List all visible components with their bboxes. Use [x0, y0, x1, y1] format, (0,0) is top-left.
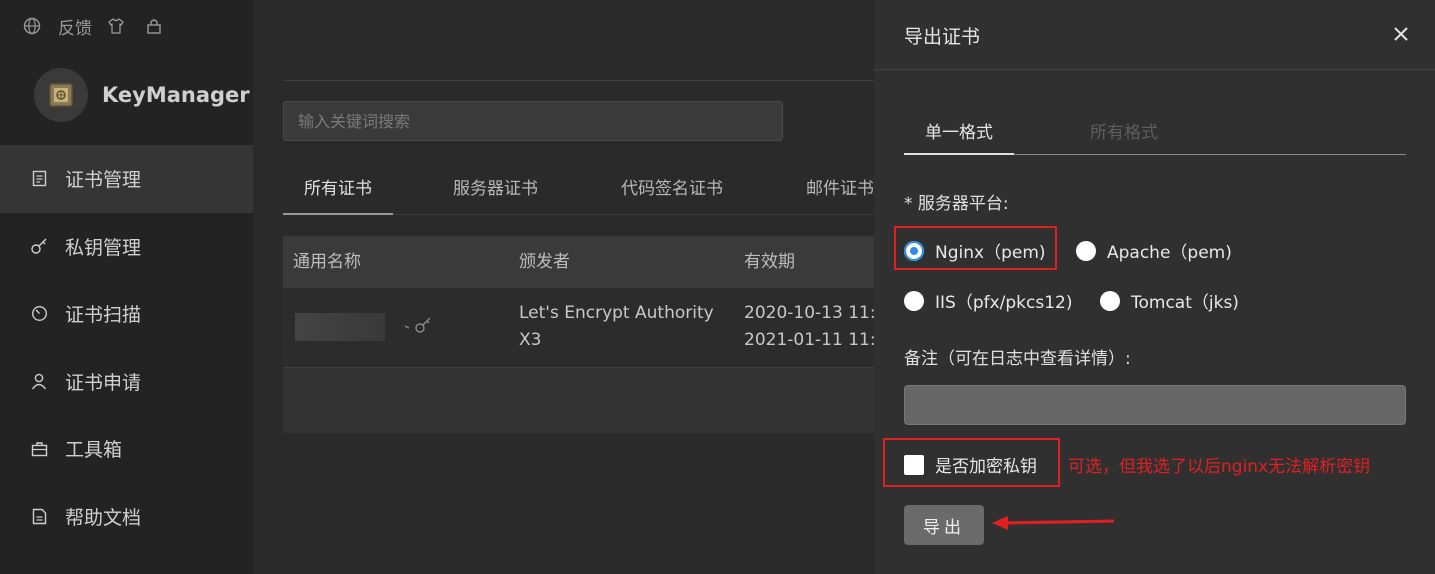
brand: KeyManager [34, 68, 250, 122]
tab-all-formats[interactable]: 所有格式 [1074, 118, 1174, 155]
valid-to: 2021-01-11 11:4 [744, 330, 874, 350]
platform-label: * 服务器平台: [904, 194, 1009, 214]
cert-tabs: 所有证书 服务器证书 代码签名证书 邮件证书 [283, 166, 874, 215]
document-icon [30, 507, 48, 525]
issuer-line-1: Let's Encrypt Authority [519, 303, 714, 323]
certificate-icon [30, 170, 48, 188]
sidebar-item-label: 工具箱 [65, 439, 123, 462]
encrypt-key-checkbox[interactable]: 是否加密私钥 [904, 452, 1037, 477]
valid-from: 2020-10-13 11:4 [744, 303, 874, 323]
sidebar-item-label: 证书申请 [65, 371, 142, 394]
checkbox-label: 是否加密私钥 [935, 457, 1037, 477]
radio-selected-indicator [904, 240, 924, 261]
key-icon [403, 314, 435, 340]
column-common-name[interactable]: 通用名称 [293, 236, 361, 288]
lock-icon[interactable] [144, 16, 164, 36]
radio-indicator [904, 290, 924, 311]
column-issuer[interactable]: 颁发者 [519, 236, 570, 288]
tab-server-certs[interactable]: 服务器证书 [453, 166, 538, 215]
validity-cell: 2020-10-13 11:4 2021-01-11 11:4 [744, 300, 874, 354]
sidebar: 反馈 KeyManager 证书管理 私钥管理 证书扫描 证书申请 工具箱 帮助… [0, 0, 253, 574]
column-validity[interactable]: 有效期 [744, 236, 795, 288]
sidebar-item-cert-scan[interactable]: 证书扫描 [0, 280, 253, 348]
sidebar-item-cert-request[interactable]: 证书申请 [0, 348, 253, 416]
radio-tomcat[interactable]: Tomcat（jks) [1100, 288, 1239, 313]
checkbox-box [904, 454, 924, 475]
remark-input[interactable] [904, 385, 1406, 425]
radio-indicator [1076, 240, 1096, 261]
search-input[interactable] [283, 101, 783, 141]
sidebar-item-label: 帮助文档 [65, 506, 142, 529]
tab-single-format[interactable]: 单一格式 [904, 118, 1014, 155]
arrow-left-icon [990, 512, 1116, 538]
sidebar-top-icons: 反馈 [22, 14, 164, 39]
cert-table: 通用名称 颁发者 有效期 Let's Encrypt Authority X3 … [283, 236, 874, 433]
sidebar-item-label: 证书管理 [65, 169, 142, 192]
drawer-title: 导出证书 [904, 26, 981, 48]
radio-label: Tomcat（jks) [1131, 293, 1239, 313]
key-icon [30, 237, 48, 255]
header-divider [283, 80, 874, 81]
redacted-common-name [295, 313, 385, 341]
table-header: 通用名称 颁发者 有效期 [283, 236, 874, 288]
shirt-icon[interactable] [106, 16, 126, 36]
tab-all-certs[interactable]: 所有证书 [283, 166, 393, 215]
user-icon [30, 372, 48, 390]
tab-code-signing-certs[interactable]: 代码签名证书 [621, 166, 723, 215]
radio-iis[interactable]: IIS（pfx/pkcs12) [904, 288, 1073, 313]
globe-icon[interactable] [22, 16, 42, 36]
app-name: KeyManager [102, 83, 250, 107]
export-cert-drawer: 导出证书 单一格式 所有格式 * 服务器平台: Nginx（pem) Apach… [874, 0, 1435, 574]
close-icon[interactable] [1391, 24, 1411, 44]
radio-label: Apache（pem) [1107, 243, 1232, 263]
export-button[interactable]: 导出 [904, 505, 984, 545]
sidebar-item-label: 私钥管理 [65, 236, 142, 259]
radio-nginx[interactable]: Nginx（pem) [904, 238, 1046, 263]
table-row[interactable]: Let's Encrypt Authority X3 2020-10-13 11… [283, 288, 874, 368]
drawer-header: 导出证书 [874, 0, 1435, 70]
annotation-note: 可选，但我选了以后nginx无法解析密钥 [1068, 457, 1371, 477]
sidebar-item-cert-management[interactable]: 证书管理 [0, 145, 253, 213]
sidebar-item-toolbox[interactable]: 工具箱 [0, 415, 253, 483]
radio-indicator [1100, 290, 1120, 311]
toolbox-icon [30, 440, 48, 458]
radio-label: Nginx（pem) [935, 243, 1046, 263]
format-tabs: 单一格式 所有格式 [904, 110, 1406, 155]
sidebar-item-help-docs[interactable]: 帮助文档 [0, 483, 253, 551]
radio-apache[interactable]: Apache（pem) [1076, 238, 1232, 263]
issuer-cell: Let's Encrypt Authority X3 [519, 300, 714, 354]
sidebar-item-label: 证书扫描 [65, 304, 142, 327]
radio-label: IIS（pfx/pkcs12) [935, 293, 1073, 313]
tab-email-certs[interactable]: 邮件证书 [806, 166, 874, 215]
remark-label: 备注（可在日志中查看详情）: [904, 349, 1131, 369]
main-content: 所有证书 服务器证书 代码签名证书 邮件证书 通用名称 颁发者 有效期 Let'… [253, 0, 874, 574]
issuer-line-2: X3 [519, 330, 542, 350]
safe-logo-icon [34, 68, 88, 122]
scan-icon [30, 305, 48, 323]
feedback-link[interactable]: 反馈 [58, 14, 92, 39]
sidebar-item-key-management[interactable]: 私钥管理 [0, 213, 253, 281]
sidebar-nav: 证书管理 私钥管理 证书扫描 证书申请 工具箱 帮助文档 [0, 145, 253, 550]
